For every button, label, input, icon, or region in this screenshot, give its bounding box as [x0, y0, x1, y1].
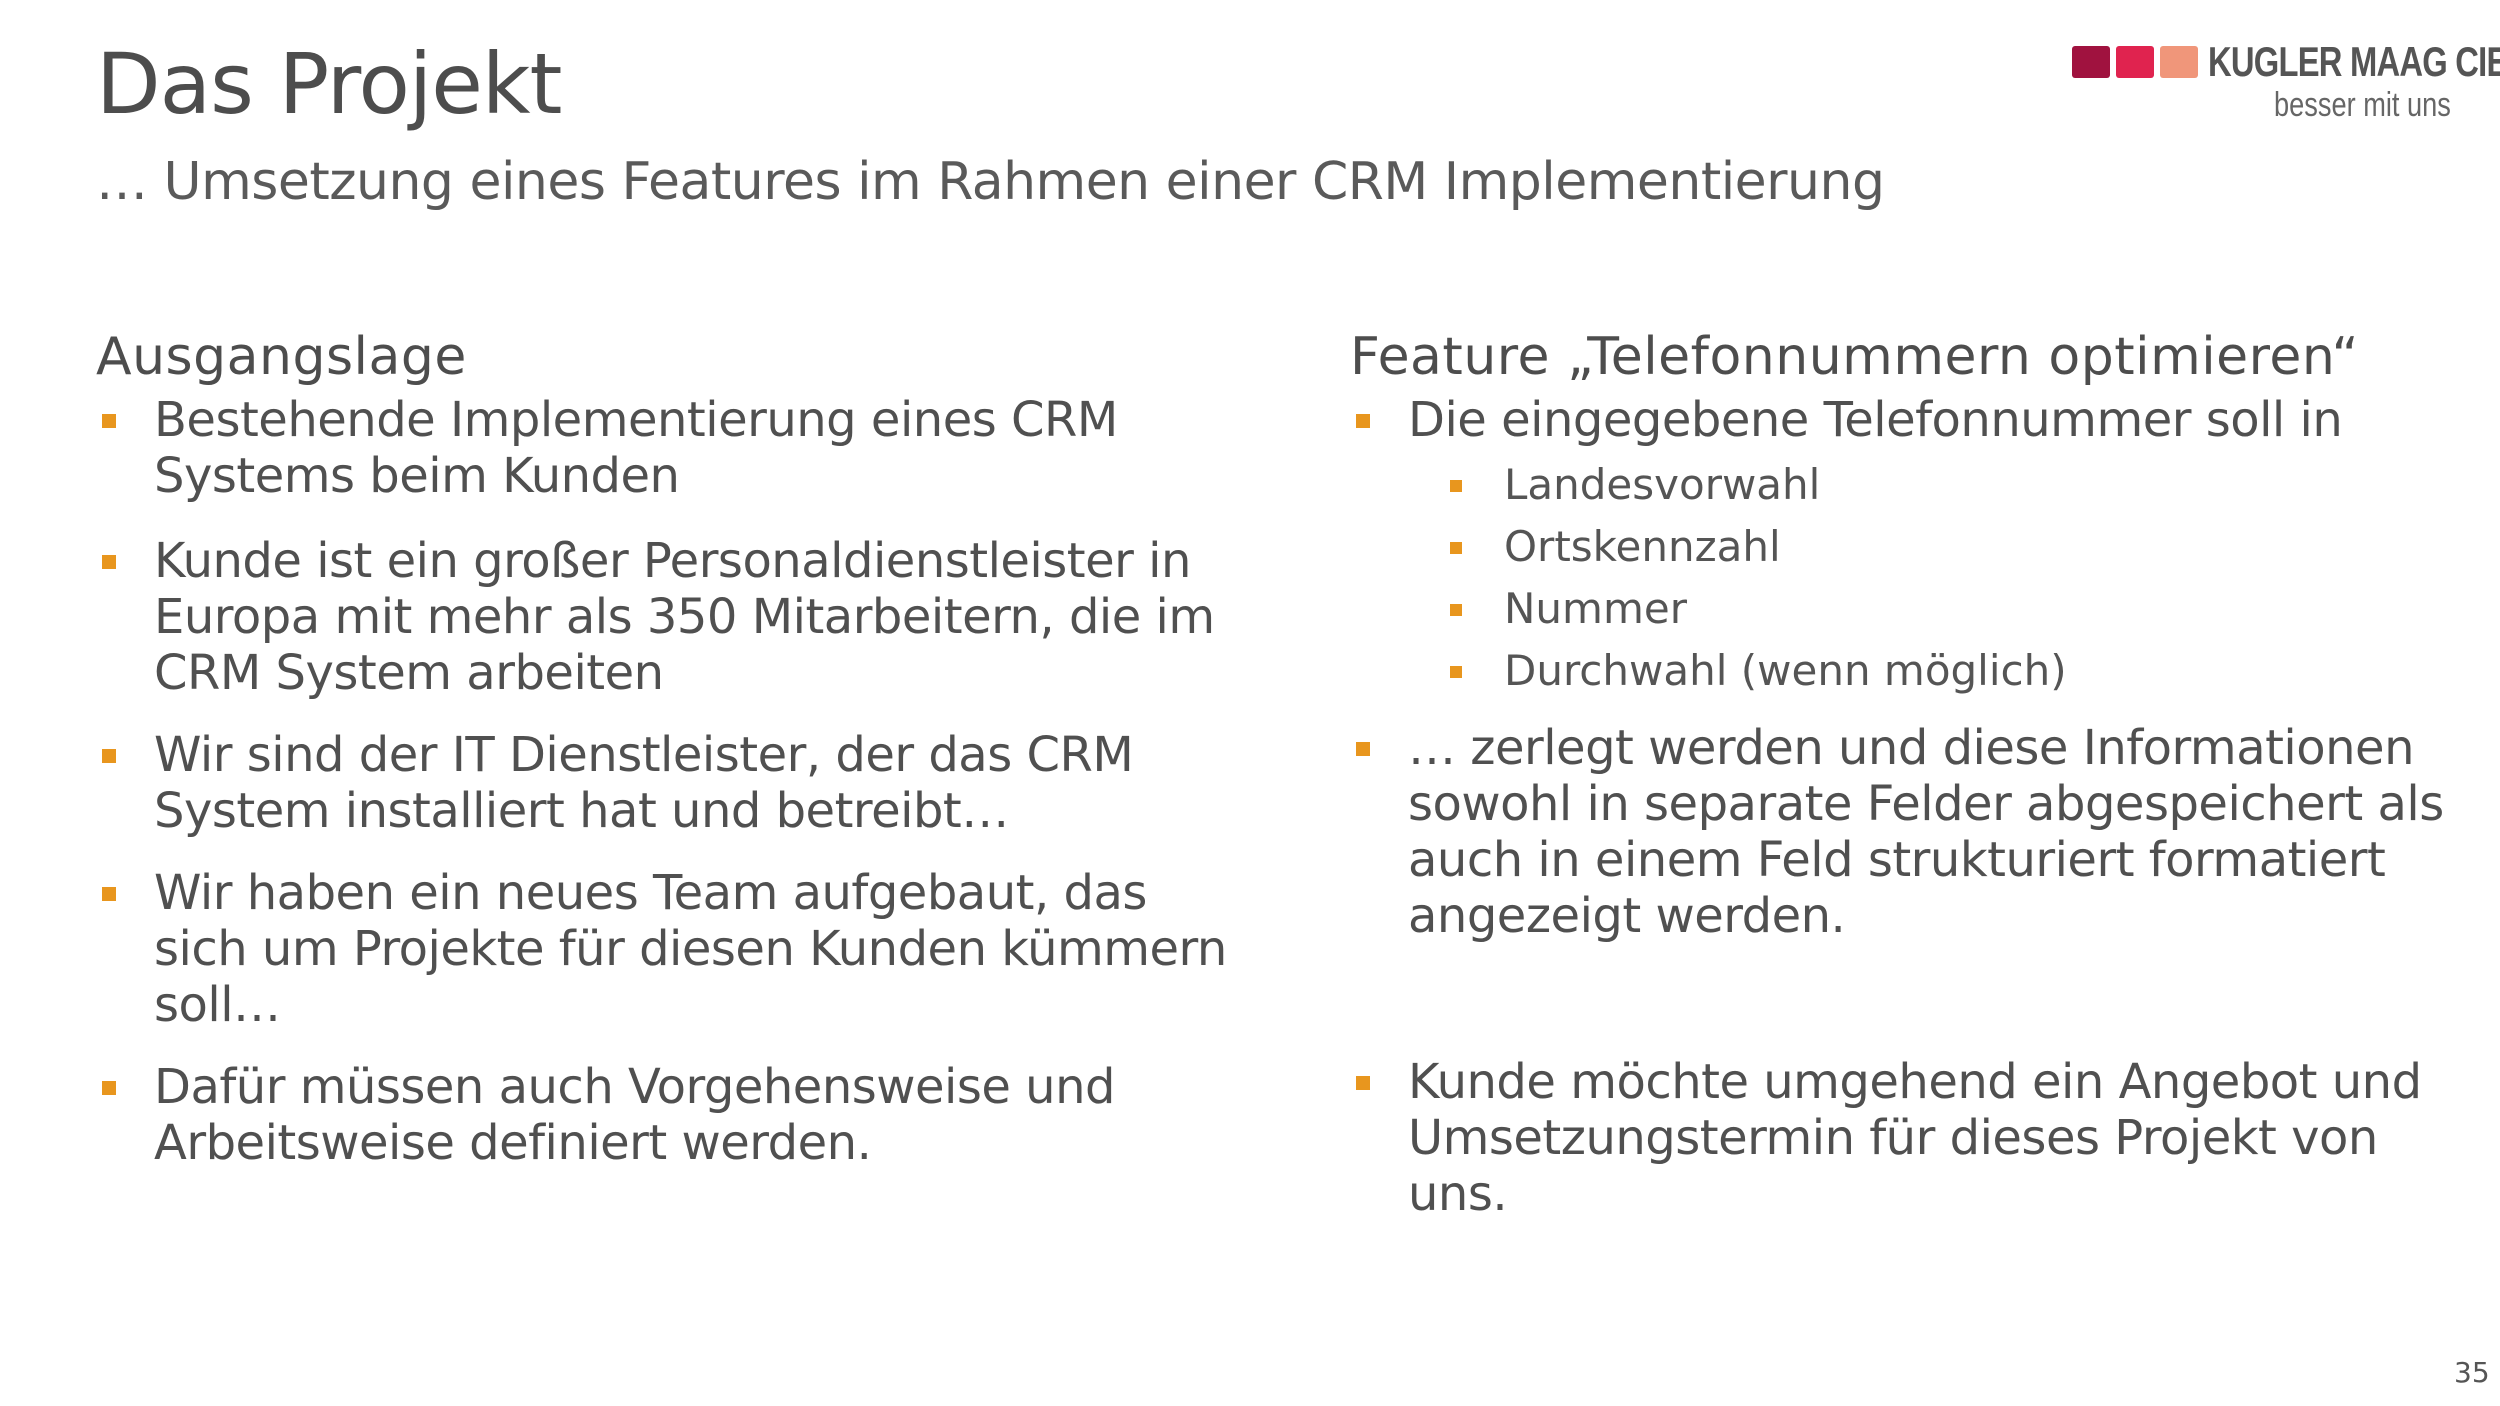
logo-tagline: besser mit uns: [2274, 86, 2451, 124]
left-column: Ausgangslage Bestehende Implementierung …: [96, 322, 1236, 1171]
square-bullet-icon: [1450, 604, 1462, 616]
square-bullet-icon: [1356, 742, 1370, 756]
square-bullet-icon: [1356, 1076, 1370, 1090]
list-item: Kunde möchte umgehend ein Angebot und Um…: [1350, 1054, 2470, 1222]
square-bullet-icon: [102, 414, 116, 428]
slide-title: Das Projekt: [96, 35, 562, 133]
sub-list-item-text: Durchwahl (wenn möglich): [1504, 646, 2067, 695]
sub-list-item: Nummer: [1450, 578, 2470, 640]
list-item-text: Dafür müssen auch Vorgehensweise und Arb…: [154, 1059, 1115, 1171]
list-item: Dafür müssen auch Vorgehensweise und Arb…: [96, 1059, 1236, 1171]
left-bullet-list: Bestehende Implementierung eines CRM Sys…: [96, 392, 1236, 1171]
square-bullet-icon: [1450, 480, 1462, 492]
list-item-text: … zerlegt werden und diese Informationen…: [1408, 720, 2444, 944]
square-bullet-icon: [1450, 666, 1462, 678]
list-item-text: Kunde möchte umgehend ein Angebot und Um…: [1408, 1054, 2422, 1222]
logo-brand-text: KUGLER MAAG CIE: [2208, 38, 2500, 85]
square-bullet-icon: [102, 749, 116, 763]
sub-list-item: Ortskennzahl: [1450, 516, 2470, 578]
square-bullet-icon: [102, 1081, 116, 1095]
list-item-text: Wir sind der IT Dienstleister, der das C…: [154, 727, 1134, 839]
list-item: … zerlegt werden und diese Informationen…: [1350, 720, 2470, 944]
company-logo: KUGLER MAAG CIE besser mit uns: [2068, 38, 2500, 132]
right-column-heading: Feature „Telefonnummern optimieren“: [1350, 327, 2360, 387]
square-bullet-icon: [102, 555, 116, 569]
square-bullet-icon: [102, 887, 116, 901]
sub-list-item-text: Landesvorwahl: [1504, 460, 1821, 509]
list-item: Kunde ist ein großer Personaldienstleist…: [96, 533, 1236, 701]
sub-list-item: Landesvorwahl: [1450, 454, 2470, 516]
list-item-text: Kunde ist ein großer Personaldienstleist…: [154, 533, 1215, 701]
list-item-text: Die eingegebene Telefonnummer soll in: [1408, 392, 2343, 448]
left-column-heading: Ausgangslage: [96, 327, 467, 387]
list-item-text: Wir haben ein neues Team aufgebaut, das …: [154, 865, 1227, 1033]
logo-square-icon: [2160, 46, 2198, 78]
logo-square-icon: [2116, 46, 2154, 78]
slide-subtitle: … Umsetzung eines Features im Rahmen ein…: [96, 152, 1885, 212]
logo-square-icon: [2072, 46, 2110, 78]
right-sub-list: Landesvorwahl Ortskennzahl Nummer Durchw…: [1350, 454, 2470, 702]
list-item: Wir haben ein neues Team aufgebaut, das …: [96, 865, 1236, 1033]
list-item: Die eingegebene Telefonnummer soll in: [1350, 392, 2470, 448]
square-bullet-icon: [1356, 414, 1370, 428]
square-bullet-icon: [1450, 542, 1462, 554]
list-item: Bestehende Implementierung eines CRM Sys…: [96, 392, 1236, 504]
list-item-text: Bestehende Implementierung eines CRM Sys…: [154, 392, 1118, 504]
right-column: Feature „Telefonnummern optimieren“ Die …: [1350, 322, 2470, 1222]
right-bullet-list: Die eingegebene Telefonnummer soll in: [1350, 392, 2470, 448]
sub-list-item-text: Ortskennzahl: [1504, 522, 1781, 571]
page-number: 35: [2454, 1356, 2490, 1389]
right-bullet-list-2: … zerlegt werden und diese Informationen…: [1350, 720, 2470, 1222]
sub-list-item: Durchwahl (wenn möglich): [1450, 640, 2470, 702]
list-item: Wir sind der IT Dienstleister, der das C…: [96, 727, 1236, 839]
sub-list-item-text: Nummer: [1504, 584, 1687, 633]
